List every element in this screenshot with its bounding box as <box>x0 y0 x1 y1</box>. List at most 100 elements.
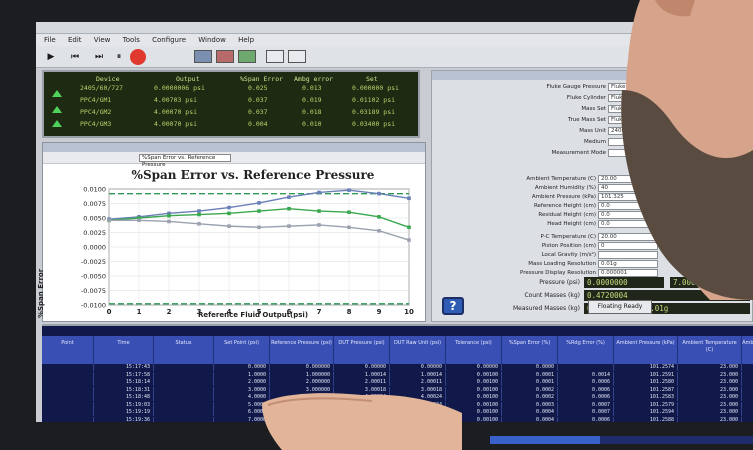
table-cell: 0.0007 <box>558 409 614 416</box>
config-field-label: P-C Temperature (C) <box>540 234 597 240</box>
config-field-label: Piston Position (cm) <box>541 243 596 249</box>
device-readout-panel: Device Output %Span Error Ambg error Set… <box>42 70 420 138</box>
config-field-label: Head Height (cm) <box>547 221 596 227</box>
fast-forward-icon[interactable]: ⏭ <box>90 49 108 65</box>
table-cell: 0.00000 <box>446 364 502 371</box>
table-cell: 47 <box>742 364 753 371</box>
readout-set: 0.01102 psi <box>352 96 396 104</box>
table-cell: 15:17:58 <box>94 371 154 379</box>
table-cell: 23.000 <box>678 364 742 371</box>
data-point <box>347 210 351 214</box>
table-cell: 23.000 <box>678 394 742 401</box>
table-cell: 23.000 <box>678 371 742 379</box>
config-field-label: Ambient Humidity (%) <box>534 185 596 191</box>
menu-help[interactable]: Help <box>238 36 254 44</box>
progress-bar <box>490 436 753 444</box>
y-tick-label: -0.0100 <box>81 302 106 310</box>
table-cell: 1.0000 <box>214 371 270 379</box>
table-cell: 0.0001 <box>502 371 558 379</box>
hand <box>262 393 462 450</box>
menu-file[interactable]: File <box>44 36 56 44</box>
table-row[interactable]: 15:17:58 1.0000 1.000000 1.00014 1.00014 0.00… <box>42 371 753 379</box>
graph-icon[interactable] <box>266 50 284 63</box>
table-cell <box>42 416 94 422</box>
menu-edit[interactable]: Edit <box>68 36 82 44</box>
table-cell <box>154 401 214 409</box>
table-header-cell[interactable]: Ambient Pressure (kPa) <box>614 336 678 364</box>
table-cell <box>42 401 94 409</box>
table-header-cell[interactable]: %Span Error (%) <box>502 336 558 364</box>
spreadsheet-icon[interactable] <box>238 50 256 63</box>
table-cell: 47 <box>742 409 753 416</box>
pause-icon[interactable]: ⏸ <box>112 49 126 65</box>
table-cell <box>558 364 614 371</box>
y-tick-label: 0.0000 <box>83 244 106 252</box>
data-point <box>107 218 111 223</box>
table-header-cell[interactable]: Point <box>42 336 94 364</box>
x-tick-label: 9 <box>377 308 382 316</box>
table-cell: 0.0002 <box>502 394 558 401</box>
table-row[interactable]: 15:17:43 0.0000 0.000000 0.00000 0.00000 0.00… <box>42 364 753 371</box>
menu-window[interactable]: Window <box>198 36 226 44</box>
print-icon[interactable] <box>288 50 306 63</box>
table-header-cell[interactable]: Time <box>94 336 154 364</box>
data-point <box>287 195 291 199</box>
x-tick-label: 1 <box>137 308 142 316</box>
data-point <box>407 238 411 242</box>
data-point <box>197 212 201 217</box>
report-icon[interactable] <box>216 50 234 63</box>
table-cell: 1.000000 <box>270 371 334 379</box>
table-cell: 101.2588 <box>614 416 678 422</box>
table-header-cell[interactable]: Tolerance (psi) <box>446 336 502 364</box>
table-cell: 23.000 <box>678 386 742 394</box>
play-icon[interactable]: ▶ <box>44 49 58 65</box>
table-header-cell[interactable]: Status <box>154 336 214 364</box>
table-cell: 15:19:36 <box>94 416 154 422</box>
floating-ready-button[interactable]: Floating Ready <box>588 300 652 314</box>
table-cell: 0.0003 <box>502 401 558 409</box>
readout-device: PPC4/GM3 <box>80 120 112 128</box>
span-error-chart: 0.0100 0.0075 0.0050 0.0025 0.0000 -0.0025 -0.… <box>81 186 414 317</box>
data-point <box>197 222 201 226</box>
table-header-cell[interactable]: DUT Raw Unit (psi) <box>390 336 446 364</box>
table-header-cell[interactable]: %Rdg Error (%) <box>558 336 614 364</box>
data-point <box>287 206 291 211</box>
x-tick-label: 7 <box>317 308 322 316</box>
readout-span-error: 0.037 <box>248 108 268 116</box>
data-point <box>347 188 351 192</box>
config-field-label: Local Gravity (m/s²) <box>541 252 596 258</box>
pressure-field-label: Pressure (psi) <box>539 279 580 286</box>
table-cell <box>42 409 94 416</box>
table-cell: 0.00000 <box>334 364 390 371</box>
data-point <box>407 196 411 201</box>
stop-icon[interactable] <box>130 49 146 65</box>
table-header-cell[interactable]: Reference Pressure (psi) <box>270 336 334 364</box>
table-cell: 15:17:43 <box>94 364 154 371</box>
menu-view[interactable]: View <box>94 36 111 44</box>
table-view-icon[interactable] <box>194 50 212 63</box>
data-point <box>227 211 231 216</box>
table-header-cell[interactable]: Ambient Humidity (%RH) <box>742 336 753 364</box>
table-cell: 101.2587 <box>614 386 678 394</box>
readout-output: 4.00703 psi <box>154 96 198 104</box>
table-header-cell[interactable]: DUT Pressure (psi) <box>334 336 390 364</box>
table-cell: 47 <box>742 387 753 394</box>
menu-tools[interactable]: Tools <box>123 36 140 44</box>
table-header-cell[interactable]: Ambient Temperature (C) <box>678 336 742 364</box>
data-point <box>377 228 381 233</box>
rewind-icon[interactable]: ⏮ <box>66 49 84 65</box>
table-cell: 15:18:48 <box>94 394 154 401</box>
table-header-cell[interactable]: Set Point (psi) <box>214 336 270 364</box>
config-field-label: Ambient Pressure (kPa) <box>531 194 596 200</box>
readout-device: 2405/60/727 <box>80 84 124 92</box>
x-tick-label: 6 <box>287 308 292 316</box>
menu-configure[interactable]: Configure <box>152 36 186 44</box>
x-tick-label: 4 <box>227 308 232 316</box>
table-cell <box>42 379 94 386</box>
readout-header-device: Device <box>96 75 120 83</box>
table-cell: 0.0004 <box>502 409 558 416</box>
data-point <box>317 223 321 227</box>
help-button[interactable]: ? <box>442 297 464 315</box>
table-cell <box>42 371 94 379</box>
data-point <box>377 191 381 196</box>
